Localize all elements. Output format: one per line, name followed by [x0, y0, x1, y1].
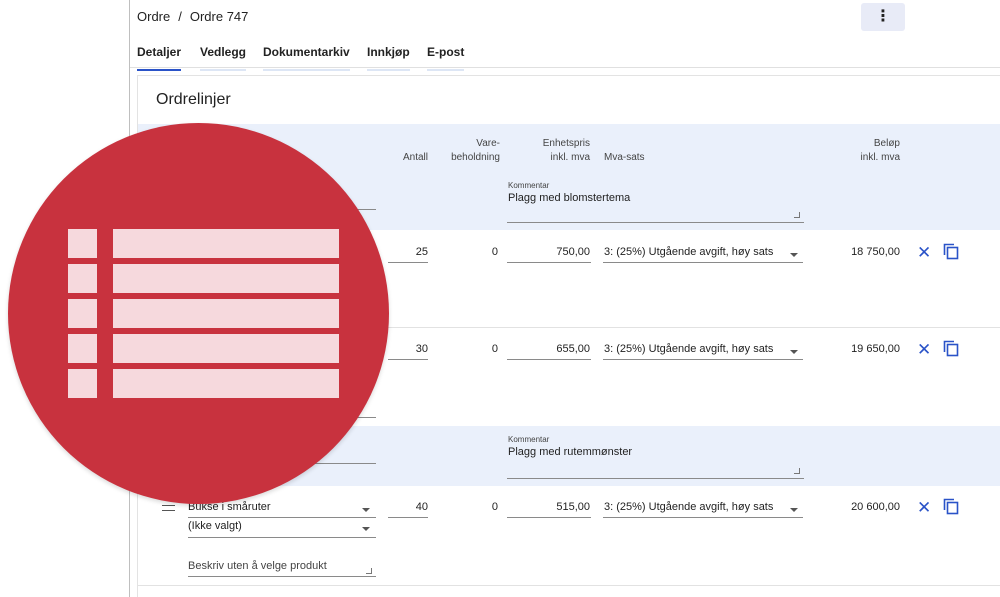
resize-handle-icon[interactable]	[794, 212, 800, 218]
chevron-down-icon	[790, 350, 798, 354]
header-belop-line2: inkl. mva	[860, 152, 900, 163]
header-mva-sats: Mva-sats	[604, 152, 645, 163]
row3-belop: 20 600,00	[851, 501, 900, 513]
row1-antall-underline	[388, 262, 428, 263]
row3-beholdning: 0	[491, 501, 498, 513]
close-icon[interactable]: ✕	[917, 499, 931, 516]
row2-enhetspris-underline	[507, 359, 591, 360]
tab-epost[interactable]: E-post	[427, 45, 465, 71]
list-bullet	[68, 229, 97, 258]
comment-underline	[507, 478, 804, 479]
header-antall: Antall	[402, 152, 428, 163]
comment-label: Kommentar	[508, 181, 550, 190]
copy-icon[interactable]	[943, 498, 959, 515]
row2-belop: 19 650,00	[851, 343, 900, 355]
breadcrumb-root[interactable]: Ordre	[137, 9, 170, 24]
row1-mva-underline	[603, 262, 803, 263]
comment-text[interactable]: Plagg med rutemmønster	[508, 446, 632, 458]
row1-belop: 18 750,00	[851, 246, 900, 258]
row1-beholdning: 0	[491, 246, 498, 258]
row3-variant-underline	[188, 537, 376, 538]
tab-dokumentarkiv[interactable]: Dokumentarkiv	[263, 45, 350, 71]
chevron-down-icon	[790, 253, 798, 257]
row-divider	[138, 585, 1000, 586]
tab-innkjop[interactable]: Innkjøp	[367, 45, 410, 71]
list-bullet	[68, 299, 97, 328]
chevron-down-icon	[790, 508, 798, 512]
breadcrumb: Ordre / Ordre 747	[137, 9, 248, 24]
header-vare-line2: beholdning	[451, 152, 500, 163]
more-vertical-icon: ⋮	[875, 8, 891, 25]
header-enhetspris-line2: inkl. mva	[550, 152, 590, 163]
row1-mva-select[interactable]: 3: (25%) Utgående avgift, høy sats	[604, 246, 773, 258]
row3-variant-select[interactable]: (Ikke valgt)	[188, 520, 242, 532]
tab-detaljer[interactable]: Detaljer	[137, 45, 182, 71]
list-line	[113, 369, 339, 398]
list-bullet	[68, 264, 97, 293]
header-enhetspris-line1: Enhetspris	[542, 138, 590, 149]
chevron-down-icon	[362, 508, 370, 512]
list-line	[113, 229, 339, 258]
row3-mva-select[interactable]: 3: (25%) Utgående avgift, høy sats	[604, 501, 773, 513]
row2-mva-select[interactable]: 3: (25%) Utgående avgift, høy sats	[604, 343, 773, 355]
row3-enhetspris-underline	[507, 517, 591, 518]
comment-underline	[507, 222, 804, 223]
close-icon[interactable]: ✕	[917, 244, 931, 261]
close-icon[interactable]: ✕	[917, 341, 931, 358]
row2-enhetspris[interactable]: 655,00	[508, 343, 590, 355]
comment-text[interactable]: Plagg med blomstertema	[508, 192, 630, 204]
tab-bar: Detaljer Vedlegg Dokumentarkiv Innkjøp E…	[130, 38, 1000, 71]
row2-antall-underline	[388, 359, 428, 360]
breadcrumb-separator: /	[178, 9, 182, 24]
row1-enhetspris[interactable]: 750,00	[508, 246, 590, 258]
breadcrumb-current: Ordre 747	[189, 9, 249, 24]
row2-beholdning: 0	[491, 343, 498, 355]
chevron-down-icon	[362, 527, 370, 531]
drag-handle-icon[interactable]	[162, 505, 175, 511]
row3-description-input[interactable]: Beskriv uten å velge produkt	[188, 560, 327, 572]
list-line	[113, 299, 339, 328]
list-icon	[8, 123, 389, 504]
row1-enhetspris-underline	[507, 262, 591, 263]
list-line	[113, 334, 339, 363]
row3-description-underline	[188, 576, 376, 577]
list-line	[113, 264, 339, 293]
section-title: Ordrelinjer	[156, 91, 231, 108]
comment-label: Kommentar	[508, 435, 550, 444]
copy-icon[interactable]	[943, 340, 959, 357]
row3-antall-underline	[388, 517, 428, 518]
list-bullet	[68, 334, 97, 363]
header-vare-line1: Vare-	[476, 138, 500, 149]
resize-handle-icon[interactable]	[366, 568, 372, 574]
tab-vedlegg[interactable]: Vedlegg	[200, 45, 247, 71]
row2-mva-underline	[603, 359, 803, 360]
copy-icon[interactable]	[943, 243, 959, 260]
row3-antall[interactable]: 40	[378, 501, 428, 513]
resize-handle-icon[interactable]	[794, 468, 800, 474]
row3-enhetspris[interactable]: 515,00	[508, 501, 590, 513]
header-belop-line1: Beløp	[873, 138, 900, 149]
list-bullet	[68, 369, 97, 398]
row3-mva-underline	[603, 517, 803, 518]
more-menu-button[interactable]: ⋮	[861, 3, 905, 31]
row3-product-underline	[188, 517, 376, 518]
row1-antall[interactable]: 25	[378, 246, 428, 258]
